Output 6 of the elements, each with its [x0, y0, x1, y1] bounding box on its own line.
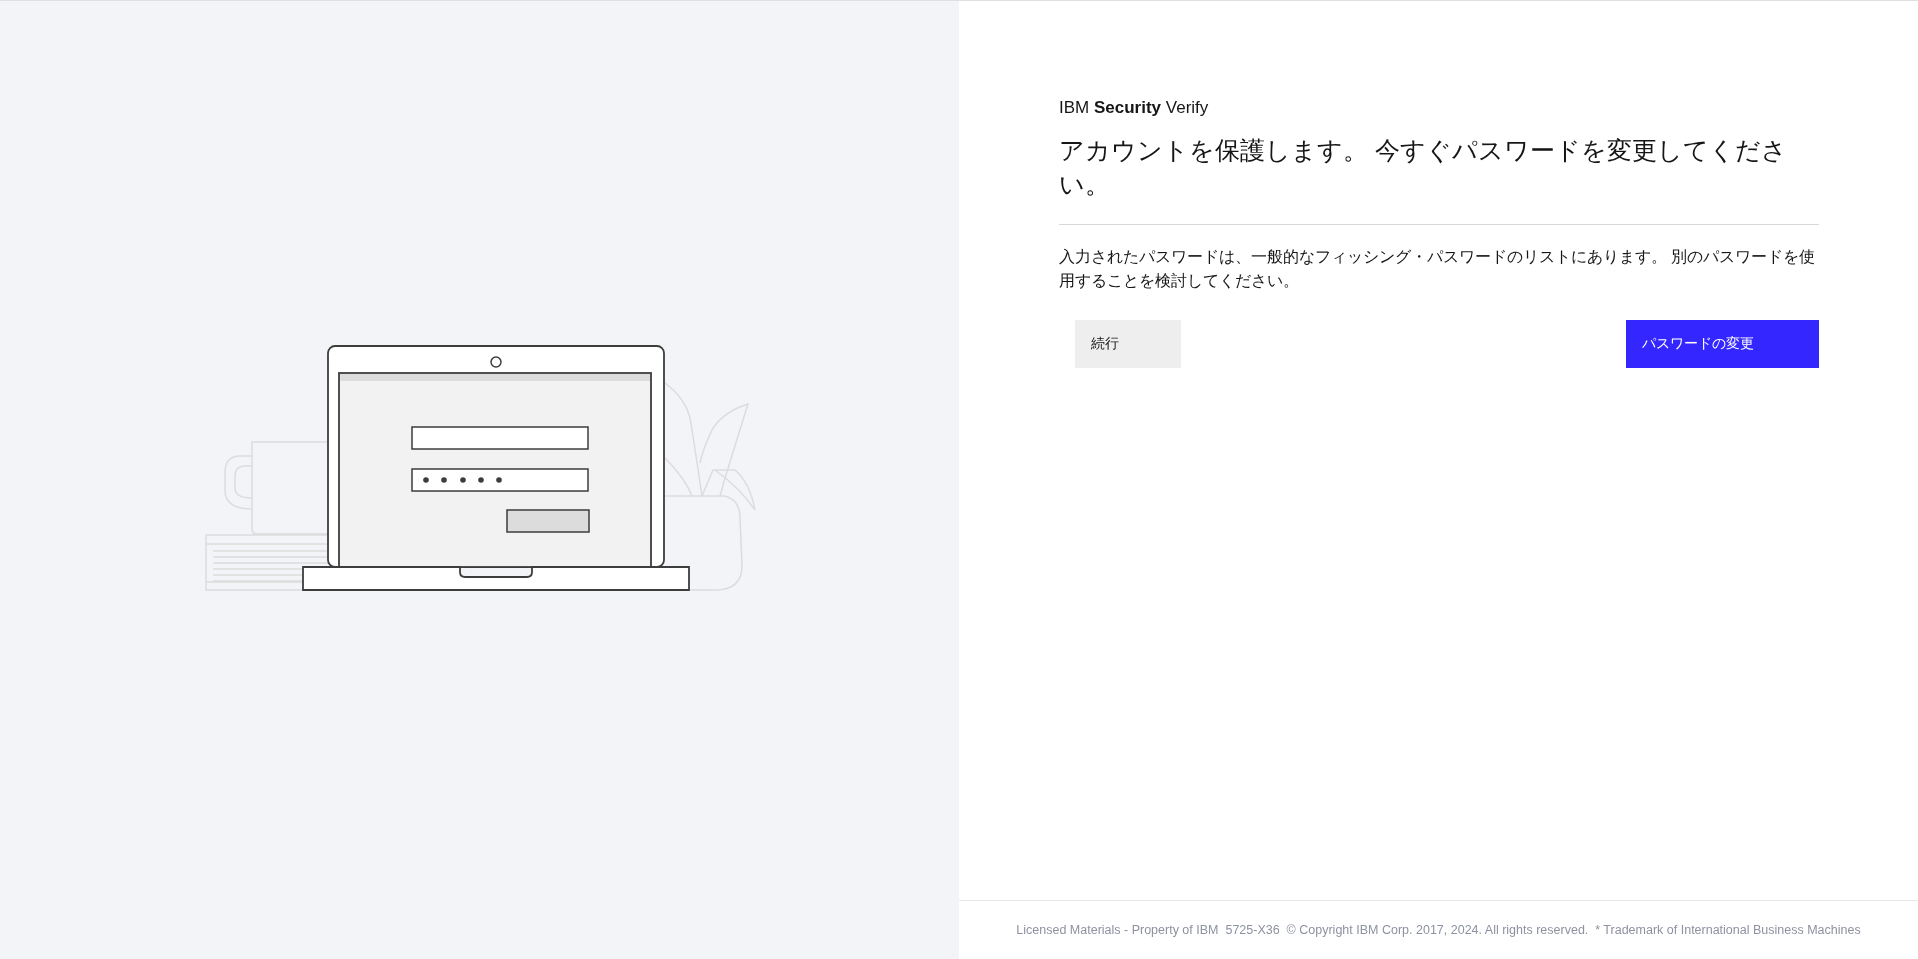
continue-button[interactable]: 続行 — [1075, 320, 1181, 368]
warning-message: 入力されたパスワードは、一般的なフィッシング・パスワードのリストにあります。 別のパスワードを使用することを検討してください。 — [1059, 247, 1817, 291]
page-heading: アカウントを保護します。 今すぐパスワードを変更してください。 — [1059, 135, 1788, 200]
product-logo: IBM Security Verify — [1059, 97, 1210, 119]
copyright-text: Licensed Materials - Property of IBM 5725-X36 © Copyright IBM Corp. 2017, 2024. All rights reserved. * Trademark of International Business Machines — [1016, 923, 1861, 937]
change-password-button[interactable]: パスワードの変更 — [1626, 320, 1819, 368]
